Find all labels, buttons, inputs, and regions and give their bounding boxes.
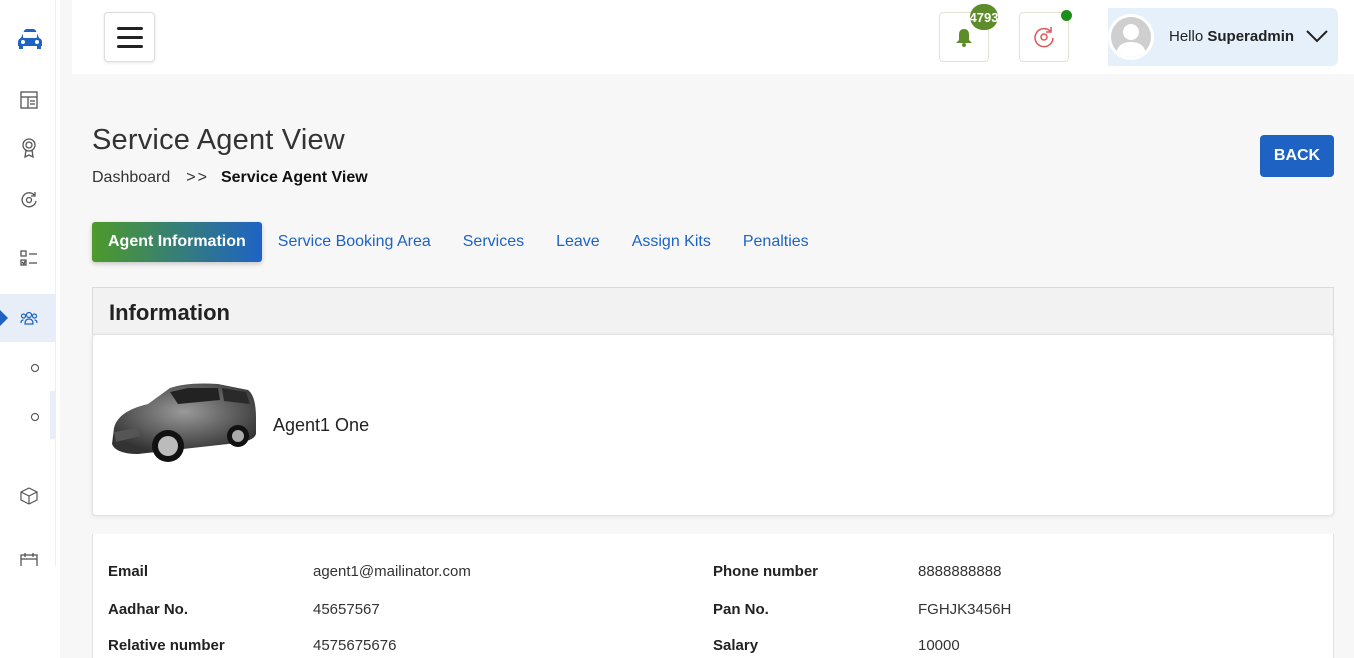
sidebar-panel bbox=[0, 0, 56, 566]
chevron-down-icon[interactable] bbox=[1305, 26, 1329, 46]
tab-bar: Agent Information Service Booking Area S… bbox=[92, 222, 841, 262]
award-icon[interactable] bbox=[18, 137, 40, 159]
email-label: Email bbox=[108, 563, 149, 580]
breadcrumb-separator: >> bbox=[186, 169, 209, 186]
agent-name: Agent1 One bbox=[273, 415, 370, 435]
salary-label: Salary bbox=[713, 637, 759, 654]
layout-icon[interactable] bbox=[18, 89, 40, 111]
status-button[interactable] bbox=[1019, 12, 1069, 62]
phone-value: 8888888888 bbox=[918, 563, 1002, 580]
tab-assign-kits[interactable]: Assign Kits bbox=[632, 233, 711, 251]
page-title: Service Agent View bbox=[92, 124, 345, 156]
bell-icon bbox=[956, 29, 972, 47]
relative-number-value: 4575675676 bbox=[313, 637, 397, 654]
back-button[interactable]: BACK bbox=[1260, 135, 1334, 177]
tab-agent-information[interactable]: Agent Information bbox=[92, 222, 262, 262]
information-header: Information bbox=[92, 287, 1334, 335]
user-greeting[interactable]: Hello Superadmin bbox=[1169, 28, 1294, 45]
relative-number-label: Relative number bbox=[108, 637, 225, 654]
checklist-icon[interactable] bbox=[18, 247, 40, 269]
username: Superadmin bbox=[1207, 28, 1295, 45]
submenu-bullet-1[interactable] bbox=[31, 364, 39, 372]
email-value: agent1@mailinator.com bbox=[313, 563, 471, 580]
pan-value: FGHJK3456H bbox=[918, 601, 1012, 618]
aadhar-value: 45657567 bbox=[313, 601, 380, 618]
tab-penalties[interactable]: Penalties bbox=[743, 233, 809, 251]
tab-services[interactable]: Services bbox=[463, 233, 524, 251]
users-icon[interactable] bbox=[18, 307, 40, 329]
information-heading: Information bbox=[109, 300, 230, 325]
sidebar bbox=[0, 0, 60, 658]
submenu-bullet-2[interactable] bbox=[31, 413, 39, 421]
active-indicator bbox=[0, 310, 8, 326]
box-icon[interactable] bbox=[18, 485, 40, 507]
refresh-settings-icon bbox=[1034, 27, 1054, 48]
settings-refresh-icon[interactable] bbox=[18, 189, 40, 211]
salary-value: 10000 bbox=[918, 637, 960, 654]
agent-photo-car-image bbox=[112, 383, 256, 462]
greeting-text: Hello bbox=[1169, 28, 1204, 45]
notification-count-badge: 4793 bbox=[970, 4, 998, 30]
breadcrumb: Dashboard >> Service Agent View bbox=[92, 169, 368, 187]
phone-label: Phone number bbox=[713, 563, 819, 580]
menu-bar bbox=[116, 35, 143, 39]
tab-service-booking-area[interactable]: Service Booking Area bbox=[278, 233, 431, 251]
calendar-icon[interactable] bbox=[18, 552, 40, 566]
aadhar-label: Aadhar No. bbox=[108, 601, 189, 618]
pan-label: Pan No. bbox=[713, 601, 769, 618]
submenu-highlight bbox=[50, 391, 56, 439]
hamburger-menu-button[interactable] bbox=[104, 12, 155, 62]
breadcrumb-current: Service Agent View bbox=[220, 169, 368, 186]
car-icon[interactable] bbox=[16, 26, 44, 52]
online-status-dot bbox=[1061, 10, 1072, 21]
menu-bar bbox=[116, 26, 143, 30]
menu-bar bbox=[116, 44, 143, 48]
tab-leave[interactable]: Leave bbox=[556, 233, 600, 251]
avatar[interactable] bbox=[1108, 14, 1154, 60]
breadcrumb-dashboard-link[interactable]: Dashboard bbox=[92, 169, 170, 186]
